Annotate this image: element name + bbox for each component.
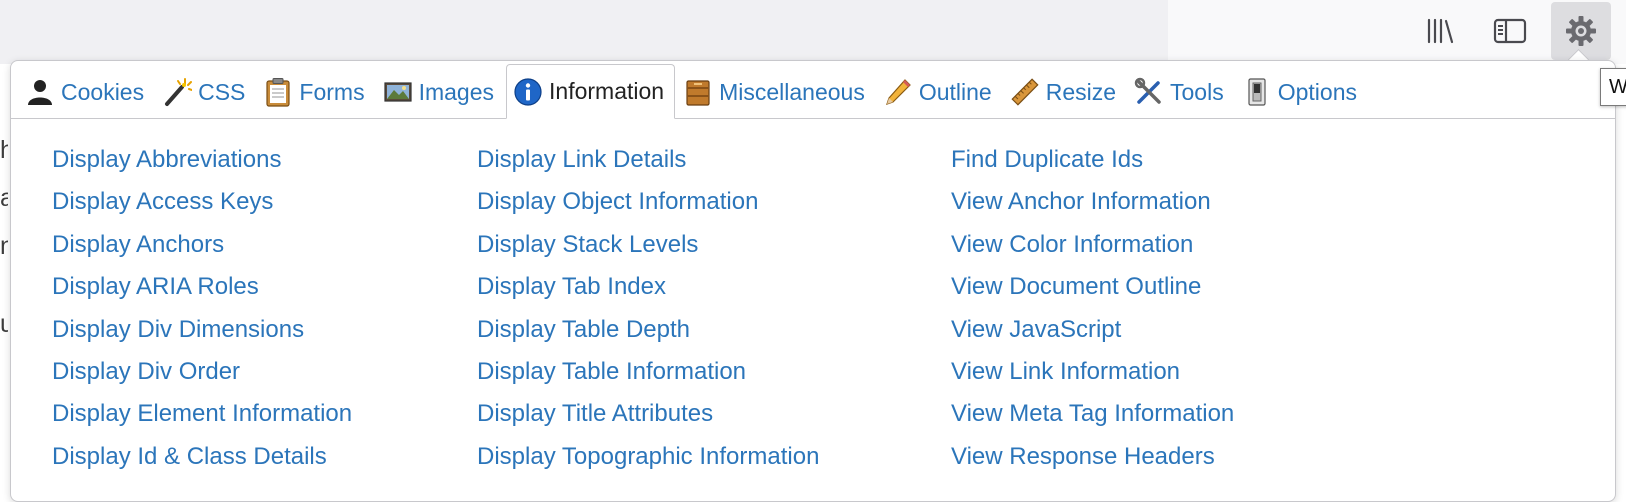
menu-item-display-div-dimensions[interactable]: Display Div Dimensions (52, 309, 352, 351)
tab-resize[interactable]: Resize (1004, 66, 1126, 118)
tab-label: Outline (918, 78, 992, 105)
menu-item-display-stack-levels[interactable]: Display Stack Levels (477, 224, 819, 266)
menu-item-view-document-outline[interactable]: View Document Outline (951, 266, 1234, 308)
menu-item-display-table-information[interactable]: Display Table Information (477, 351, 819, 393)
menu-item-display-object-information[interactable]: Display Object Information (477, 181, 819, 223)
tab-cookies[interactable]: Cookies (19, 66, 154, 118)
tab-label: Images (418, 78, 495, 105)
background-text: a (0, 184, 8, 212)
sidebar-icon (1493, 18, 1527, 44)
tab-label: Forms (299, 78, 365, 105)
tab-css[interactable]: CSS (156, 66, 255, 118)
web-developer-popup: Cookies CSS Forms Images Information Mis… (10, 60, 1616, 502)
tab-label: CSS (198, 78, 246, 105)
menu-item-display-tab-index[interactable]: Display Tab Index (477, 266, 819, 308)
tab-images[interactable]: Images (377, 66, 504, 118)
ruler-icon (1010, 77, 1040, 107)
picture-icon (383, 77, 413, 107)
menu-item-view-javascript[interactable]: View JavaScript (951, 309, 1234, 351)
menu-item-view-meta-tag-information[interactable]: View Meta Tag Information (951, 393, 1234, 435)
menu-item-display-title-attributes[interactable]: Display Title Attributes (477, 393, 819, 435)
person-silhouette-icon (25, 77, 55, 107)
menu-column-1: Display Abbreviations Display Access Key… (52, 139, 352, 478)
tab-label: Options (1277, 78, 1357, 105)
tab-bar: Cookies CSS Forms Images Information Mis… (11, 61, 1615, 119)
clipboard-icon (263, 77, 293, 107)
tab-forms[interactable]: Forms (257, 66, 374, 118)
wrench-screwdriver-icon (1134, 77, 1164, 107)
menu-item-view-response-headers[interactable]: View Response Headers (951, 436, 1234, 478)
gear-icon (1566, 16, 1596, 46)
menu-item-display-id-class-details[interactable]: Display Id & Class Details (52, 436, 352, 478)
sidebar-toggle-button[interactable] (1480, 2, 1540, 60)
tab-label: Information (549, 78, 665, 104)
menu-item-display-aria-roles[interactable]: Display ARIA Roles (52, 266, 352, 308)
tab-label: Cookies (61, 78, 145, 105)
tab-outline[interactable]: Outline (877, 66, 1002, 118)
library-icon (1427, 18, 1454, 44)
menu-item-display-access-keys[interactable]: Display Access Keys (52, 181, 352, 223)
menu-item-display-element-information[interactable]: Display Element Information (52, 393, 352, 435)
background-text: u (0, 310, 8, 338)
tab-label: Tools (1170, 78, 1224, 105)
menu-column-3: Find Duplicate Ids View Anchor Informati… (951, 139, 1234, 478)
menu-item-display-link-details[interactable]: Display Link Details (477, 139, 819, 181)
menu-item-view-color-information[interactable]: View Color Information (951, 224, 1234, 266)
tab-miscellaneous[interactable]: Miscellaneous (677, 66, 875, 118)
tab-label: Resize (1045, 78, 1117, 105)
tab-information[interactable]: Information (506, 64, 676, 119)
switch-icon (1242, 77, 1272, 107)
menu-item-view-anchor-information[interactable]: View Anchor Information (951, 181, 1234, 223)
menu-item-display-anchors[interactable]: Display Anchors (52, 224, 352, 266)
pencil-icon (883, 77, 913, 107)
magic-wand-icon (162, 77, 193, 107)
background-text: h (0, 136, 8, 164)
info-icon (513, 77, 543, 107)
tab-label: Miscellaneous (719, 78, 865, 105)
tab-tools[interactable]: Tools (1128, 66, 1234, 118)
menu-item-display-topographic-information[interactable]: Display Topographic Information (477, 436, 819, 478)
box-icon (683, 77, 713, 107)
background-text: n (0, 232, 8, 260)
menu-item-display-abbreviations[interactable]: Display Abbreviations (52, 139, 352, 181)
menu-item-view-link-information[interactable]: View Link Information (951, 351, 1234, 393)
menu-column-2: Display Link Details Display Object Info… (477, 139, 819, 478)
tooltip: W (1600, 68, 1626, 106)
menu-item-display-div-order[interactable]: Display Div Order (52, 351, 352, 393)
tab-options[interactable]: Options (1236, 66, 1367, 118)
menu-item-display-table-depth[interactable]: Display Table Depth (477, 309, 819, 351)
library-button[interactable] (1410, 2, 1470, 60)
menu-item-find-duplicate-ids[interactable]: Find Duplicate Ids (951, 139, 1234, 181)
